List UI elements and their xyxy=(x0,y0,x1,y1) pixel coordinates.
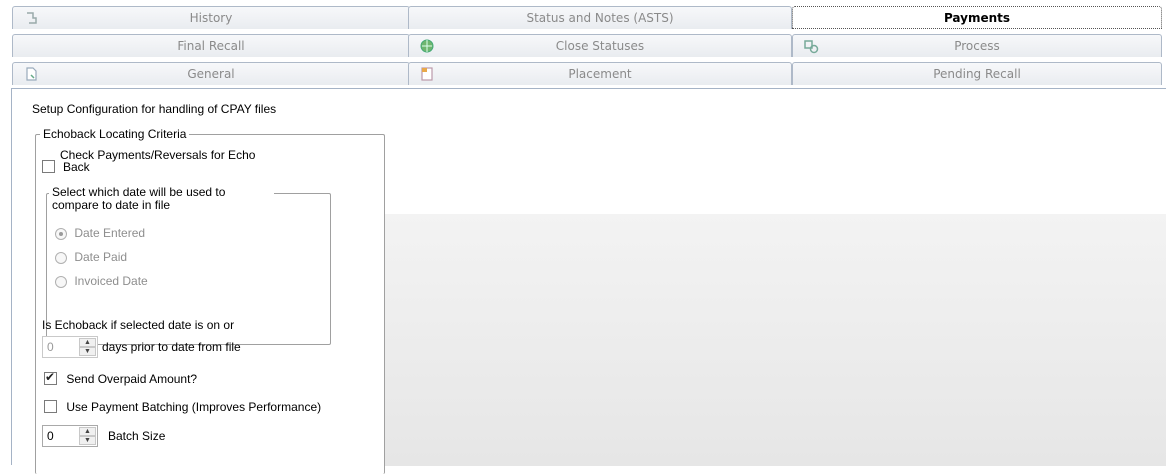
tab-close-statuses[interactable]: Close Statuses xyxy=(408,34,792,57)
date-group-title-line2: compare to date in file xyxy=(52,198,171,212)
check-echo-box[interactable] xyxy=(42,160,55,173)
tab-label: Final Recall xyxy=(177,39,245,53)
tab-process[interactable]: Process xyxy=(792,34,1162,57)
radio-label: Invoiced Date xyxy=(74,274,148,288)
check-echo-label[interactable]: Check Payments/Reversals for Echo Back xyxy=(60,149,255,173)
history-icon xyxy=(27,12,37,24)
tab-label: Payments xyxy=(943,10,1011,25)
spin-down-icon[interactable]: ▼ xyxy=(79,347,96,356)
tab-final-recall[interactable]: Final Recall xyxy=(12,34,410,57)
check-echo-checkbox[interactable] xyxy=(42,153,55,173)
setup-description: Setup Configuration for handling of CPAY… xyxy=(32,102,277,116)
days-prior-value[interactable]: 0 xyxy=(47,340,54,354)
tab-label: Placement xyxy=(568,67,632,81)
tab-placement[interactable]: Placement xyxy=(408,62,792,85)
tab-label: General xyxy=(187,67,235,81)
radio-date-paid[interactable]: Date Paid xyxy=(55,250,127,264)
send-overpaid-box[interactable] xyxy=(44,370,57,385)
radio-label: Date Paid xyxy=(74,250,128,264)
radio-invoiced-date-button[interactable] xyxy=(55,275,67,288)
use-payment-batching-label: Use Payment Batching (Improves Performan… xyxy=(66,400,322,414)
tab-general[interactable]: General xyxy=(12,62,410,85)
radio-label: Date Entered xyxy=(74,226,146,240)
tab-label: Process xyxy=(954,39,1000,53)
payments-panel: Setup Configuration for handling of CPAY… xyxy=(11,88,1166,474)
document-icon xyxy=(26,67,37,81)
radio-invoiced-date[interactable]: Invoiced Date xyxy=(55,274,148,288)
tab-label: Close Statuses xyxy=(555,39,645,53)
use-payment-batching-box[interactable] xyxy=(44,400,57,413)
tab-label: Status and Notes (ASTS) xyxy=(526,11,674,25)
radio-date-entered-button[interactable] xyxy=(55,227,67,240)
placement-icon xyxy=(421,67,433,81)
tab-payments[interactable]: Payments xyxy=(792,6,1162,29)
send-overpaid-checkbox[interactable]: Send Overpaid Amount? xyxy=(44,370,198,386)
days-prior-label: days prior to date from file xyxy=(102,340,241,354)
spin-up-icon[interactable]: ▲ xyxy=(79,427,96,436)
radio-date-entered[interactable]: Date Entered xyxy=(55,226,145,240)
check-echo-label-line2: Back xyxy=(63,160,90,174)
group-title: Echoback Locating Criteria xyxy=(40,127,190,141)
echoback-description: Is Echoback if selected date is on or xyxy=(42,318,235,332)
tab-label: History xyxy=(189,11,233,25)
batch-size-value[interactable]: 0 xyxy=(47,429,54,443)
send-overpaid-label: Send Overpaid Amount? xyxy=(66,372,198,386)
radio-date-paid-button[interactable] xyxy=(55,251,67,264)
process-icon xyxy=(804,40,819,54)
tab-status-and-notes[interactable]: Status and Notes (ASTS) xyxy=(408,6,792,29)
date-group-title: Select which date will be used to compar… xyxy=(49,186,274,212)
batch-size-stepper[interactable]: 0 ▲ ▼ xyxy=(42,425,98,447)
use-payment-batching-checkbox[interactable]: Use Payment Batching (Improves Performan… xyxy=(44,400,321,414)
tab-strip: History Status and Notes (ASTS) Payments… xyxy=(0,0,1166,90)
panel-background xyxy=(385,214,1166,466)
globe-icon xyxy=(420,39,434,53)
days-prior-stepper[interactable]: 0 ▲ ▼ xyxy=(42,336,98,358)
tab-pending-recall[interactable]: Pending Recall xyxy=(792,62,1162,85)
spin-down-icon[interactable]: ▼ xyxy=(79,436,96,445)
batch-size-label: Batch Size xyxy=(108,429,166,443)
echoback-locating-criteria-group: Echoback Locating Criteria Check Payment… xyxy=(35,127,385,474)
days-prior-spin-buttons[interactable]: ▲ ▼ xyxy=(79,338,96,356)
tab-label: Pending Recall xyxy=(933,67,1021,81)
tab-history[interactable]: History xyxy=(12,6,410,29)
spin-up-icon[interactable]: ▲ xyxy=(79,338,96,347)
batch-size-spin-buttons[interactable]: ▲ ▼ xyxy=(79,427,96,445)
